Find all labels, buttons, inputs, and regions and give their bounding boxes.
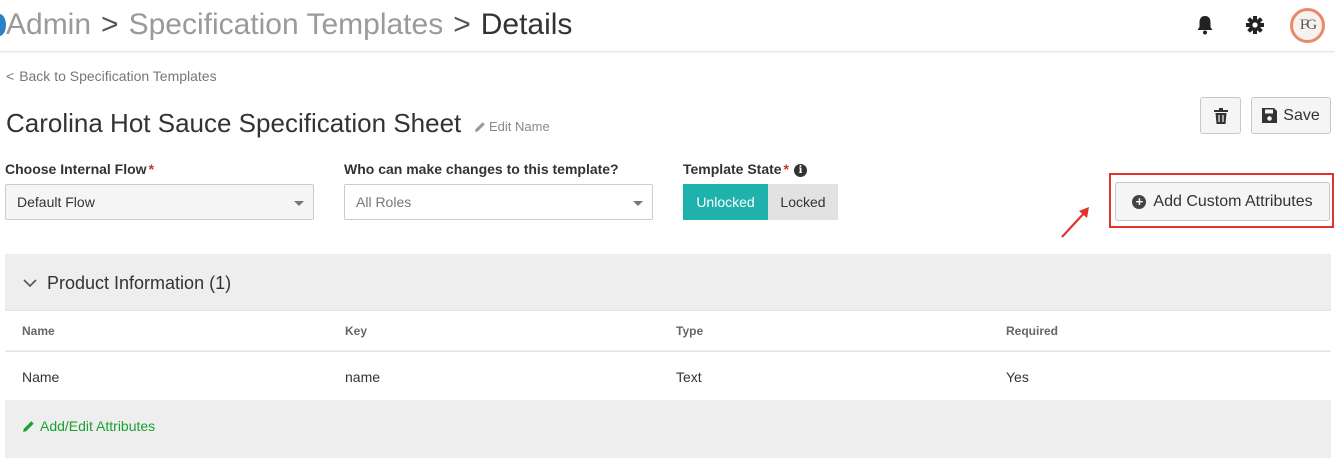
- internal-flow-label: Choose Internal Flow *: [5, 161, 154, 177]
- chevron-down-icon: [23, 279, 37, 288]
- info-icon[interactable]: i: [794, 164, 807, 177]
- required-asterisk: *: [783, 161, 789, 177]
- roles-select[interactable]: All Roles: [344, 184, 653, 220]
- roles-label: Who can make changes to this template?: [344, 161, 619, 177]
- pencil-icon: [475, 121, 485, 132]
- plus-circle-icon: +: [1132, 194, 1147, 209]
- caret-down-icon: [633, 201, 643, 206]
- roles-placeholder: All Roles: [356, 194, 412, 210]
- cell-type: Text: [676, 369, 702, 385]
- required-asterisk: *: [148, 161, 155, 177]
- pencil-icon: [23, 420, 34, 432]
- breadcrumb-admin[interactable]: Admin: [6, 5, 91, 45]
- cell-required: Yes: [1006, 369, 1029, 385]
- back-to-templates-link[interactable]: < Back to Specification Templates: [6, 68, 217, 84]
- internal-flow-select[interactable]: Default Flow: [5, 184, 314, 220]
- breadcrumb-details: Details: [480, 8, 573, 41]
- breadcrumb-specification-templates[interactable]: Specification Templates: [129, 5, 444, 45]
- trash-icon: [1213, 107, 1228, 124]
- internal-flow-label-text: Choose Internal Flow: [5, 161, 147, 177]
- breadcrumb-separator-icon: >: [101, 8, 119, 41]
- add-edit-attributes-label: Add/Edit Attributes: [40, 418, 156, 434]
- chevron-left-icon: <: [6, 68, 15, 84]
- state-unlocked-toggle[interactable]: Unlocked: [683, 184, 768, 220]
- save-button[interactable]: Save: [1251, 97, 1331, 134]
- back-link-label: Back to Specification Templates: [19, 68, 217, 84]
- gear-icon[interactable]: [1245, 14, 1265, 36]
- column-header-type: Type: [676, 324, 704, 338]
- product-information-header[interactable]: Product Information (1): [23, 273, 231, 294]
- bell-icon[interactable]: [1195, 14, 1215, 36]
- breadcrumb-separator-icon: >: [453, 8, 471, 41]
- edit-name-link[interactable]: Edit Name: [474, 119, 550, 134]
- add-custom-attributes-label: Add Custom Attributes: [1153, 192, 1313, 210]
- add-custom-attributes-button[interactable]: + Add Custom Attributes: [1115, 182, 1330, 221]
- template-state-label: Template State * i: [683, 161, 807, 177]
- column-header-required: Required: [1006, 324, 1059, 338]
- save-label: Save: [1283, 106, 1320, 124]
- cell-name: Name: [22, 369, 60, 385]
- column-header-name: Name: [22, 324, 55, 338]
- cell-key: name: [345, 369, 381, 385]
- add-edit-attributes-link[interactable]: Add/Edit Attributes: [22, 418, 155, 434]
- delete-button[interactable]: [1200, 97, 1241, 134]
- annotation-arrow-icon: [1061, 207, 1089, 238]
- table-row: Name name Text Yes: [5, 351, 1331, 400]
- breadcrumb: Admin > Specification Templates > Detail…: [6, 5, 572, 45]
- section-title: Product Information (1): [47, 273, 232, 293]
- template-state-label-text: Template State: [683, 161, 782, 177]
- avatar[interactable]: FG: [1290, 8, 1325, 43]
- caret-down-icon: [294, 201, 304, 206]
- page-title: Carolina Hot Sauce Specification Sheet: [6, 108, 462, 138]
- floppy-disk-icon: [1262, 108, 1278, 123]
- column-header-key: Key: [345, 324, 368, 338]
- state-locked-toggle[interactable]: Locked: [768, 184, 838, 220]
- internal-flow-value: Default Flow: [17, 194, 95, 210]
- top-header: Admin > Specification Templates > Detail…: [0, 0, 1335, 52]
- edit-name-label: Edit Name: [489, 119, 550, 134]
- attributes-table-header: Name Key Type Required: [5, 310, 1331, 350]
